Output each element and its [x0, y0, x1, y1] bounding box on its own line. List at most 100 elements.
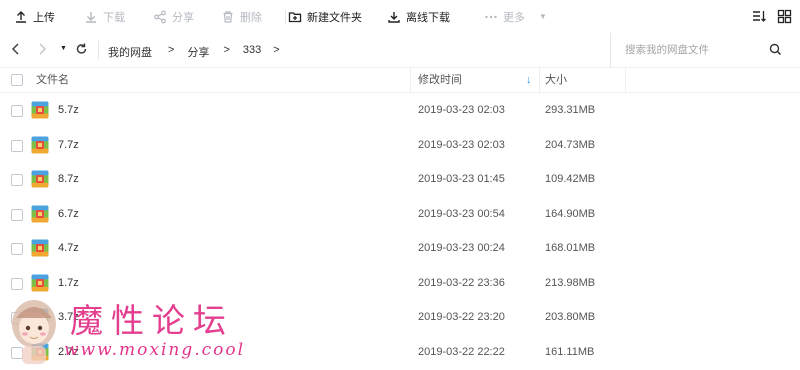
forward-icon[interactable]	[36, 42, 48, 59]
archive-file-icon	[31, 170, 49, 188]
search-box	[610, 33, 800, 67]
file-size: 164.90MB	[545, 207, 596, 220]
back-icon[interactable]	[10, 42, 22, 59]
file-modified-time: 2019-03-22 23:36	[418, 276, 505, 289]
file-modified-time: 2019-03-22 23:20	[418, 311, 505, 323]
new-folder-button[interactable]: 新建文件夹	[288, 0, 362, 33]
archive-file-icon	[31, 136, 49, 153]
search-icon[interactable]	[769, 43, 782, 59]
breadcrumb-item-my-drive[interactable]: 我的网盘	[108, 44, 152, 60]
table-row[interactable]: 5.7z 2019-03-23 02:03 293.31MB	[0, 94, 800, 128]
file-name[interactable]: 2.7z	[58, 346, 79, 358]
row-checkbox[interactable]	[11, 243, 23, 255]
breadcrumb-separator: >	[168, 44, 175, 56]
column-divider[interactable]	[539, 68, 540, 92]
table-row[interactable]: 8.7z 2019-03-23 01:45 109.42MB	[0, 163, 800, 197]
file-name[interactable]: 7.7z	[58, 139, 79, 151]
breadcrumb-separator: >	[223, 44, 230, 56]
table-row[interactable]: 4.7z 2019-03-23 00:24 168.01MB	[0, 232, 800, 266]
file-size: 109.42MB	[545, 173, 596, 185]
file-size: 204.73MB	[545, 138, 596, 151]
table-header: 文件名 修改时间 ↓ 大小	[0, 67, 800, 93]
column-header-modified[interactable]: 修改时间	[418, 68, 462, 92]
row-checkbox[interactable]	[11, 174, 23, 186]
file-size: 161.11MB	[545, 345, 595, 358]
new-folder-label: 新建文件夹	[307, 11, 362, 24]
row-checkbox[interactable]	[11, 277, 23, 290]
file-modified-time: 2019-03-23 01:45	[418, 173, 505, 185]
upload-button[interactable]: 上传	[14, 0, 55, 33]
breadcrumb: 我的网盘 > 分享 > 333 >	[108, 44, 280, 60]
delete-label: 删除	[240, 11, 262, 24]
column-header-size[interactable]: 大小	[545, 68, 567, 92]
upload-icon	[14, 10, 28, 24]
file-name[interactable]: 5.7z	[58, 104, 79, 116]
row-checkbox[interactable]	[11, 208, 23, 221]
row-checkbox[interactable]	[11, 105, 23, 117]
nav-divider	[98, 41, 99, 59]
chevron-down-icon: ▼	[539, 12, 547, 21]
share-label: 分享	[172, 11, 194, 24]
archive-file-icon	[31, 205, 49, 222]
offline-download-icon	[387, 10, 401, 24]
file-name[interactable]: 1.7z	[58, 277, 79, 289]
table-row[interactable]: 2.7z 2019-03-22 22:22 161.11MB	[0, 336, 800, 370]
share-icon	[153, 10, 167, 24]
file-modified-time: 2019-03-23 00:54	[418, 207, 505, 220]
column-divider[interactable]	[625, 68, 626, 92]
view-controls	[752, 9, 792, 27]
file-name[interactable]: 4.7z	[58, 242, 79, 254]
sort-list-icon[interactable]	[752, 9, 767, 27]
file-name[interactable]: 6.7z	[58, 208, 79, 220]
refresh-icon[interactable]	[75, 42, 88, 59]
file-size: 203.80MB	[545, 311, 596, 323]
offline-download-button[interactable]: 离线下载	[387, 0, 450, 33]
download-icon	[84, 10, 98, 24]
file-size: 293.31MB	[545, 104, 596, 116]
sort-desc-icon: ↓	[526, 74, 532, 86]
file-size: 168.01MB	[545, 242, 596, 254]
column-divider[interactable]	[410, 68, 411, 92]
more-dots-icon	[484, 10, 498, 24]
history-dropdown-icon[interactable]: ▼	[60, 45, 67, 52]
file-name[interactable]: 3.7z	[58, 311, 79, 323]
file-modified-time: 2019-03-23 00:24	[418, 242, 505, 254]
file-size: 213.98MB	[545, 276, 596, 289]
archive-file-icon	[31, 343, 49, 360]
toolbar: 上传 下载 分享 删除 新建文件夹 离线下载 更多 ▼	[0, 0, 800, 33]
file-name[interactable]: 8.7z	[58, 173, 79, 185]
grid-view-icon[interactable]	[777, 9, 792, 27]
download-button[interactable]: 下载	[84, 0, 125, 33]
archive-file-icon	[31, 239, 49, 257]
new-folder-icon	[288, 10, 302, 24]
row-checkbox[interactable]	[11, 139, 23, 152]
table-row[interactable]: 7.7z 2019-03-23 02:03 204.73MB	[0, 129, 800, 163]
search-input[interactable]	[611, 33, 761, 67]
breadcrumb-item-share[interactable]: 分享	[187, 44, 209, 60]
trash-icon	[221, 10, 235, 24]
archive-file-icon	[31, 308, 49, 326]
table-row[interactable]: 1.7z 2019-03-22 23:36 213.98MB	[0, 267, 800, 301]
toolbar-divider	[285, 10, 286, 24]
table-row[interactable]: 3.7z 2019-03-22 23:20 203.80MB	[0, 301, 800, 335]
breadcrumb-item-333[interactable]: 333	[243, 44, 261, 60]
table-row[interactable]: 6.7z 2019-03-23 00:54 164.90MB	[0, 198, 800, 232]
more-label: 更多	[503, 11, 525, 24]
column-header-name[interactable]: 文件名	[36, 68, 69, 92]
breadcrumb-separator: >	[273, 44, 280, 56]
row-checkbox[interactable]	[11, 312, 23, 324]
upload-label: 上传	[33, 11, 55, 24]
offline-download-label: 离线下载	[406, 11, 450, 24]
file-modified-time: 2019-03-23 02:03	[418, 138, 505, 151]
row-checkbox[interactable]	[11, 346, 23, 359]
download-label: 下载	[103, 11, 125, 24]
navigation-bar: ▼ 我的网盘 > 分享 > 333 >	[0, 33, 800, 67]
archive-file-icon	[31, 274, 49, 291]
share-button[interactable]: 分享	[153, 0, 194, 33]
archive-file-icon	[31, 101, 49, 119]
select-all-checkbox[interactable]	[11, 74, 23, 86]
more-button[interactable]: 更多 ▼	[484, 0, 547, 33]
file-modified-time: 2019-03-23 02:03	[418, 104, 505, 116]
delete-button[interactable]: 删除	[221, 0, 262, 33]
file-modified-time: 2019-03-22 22:22	[418, 345, 505, 358]
